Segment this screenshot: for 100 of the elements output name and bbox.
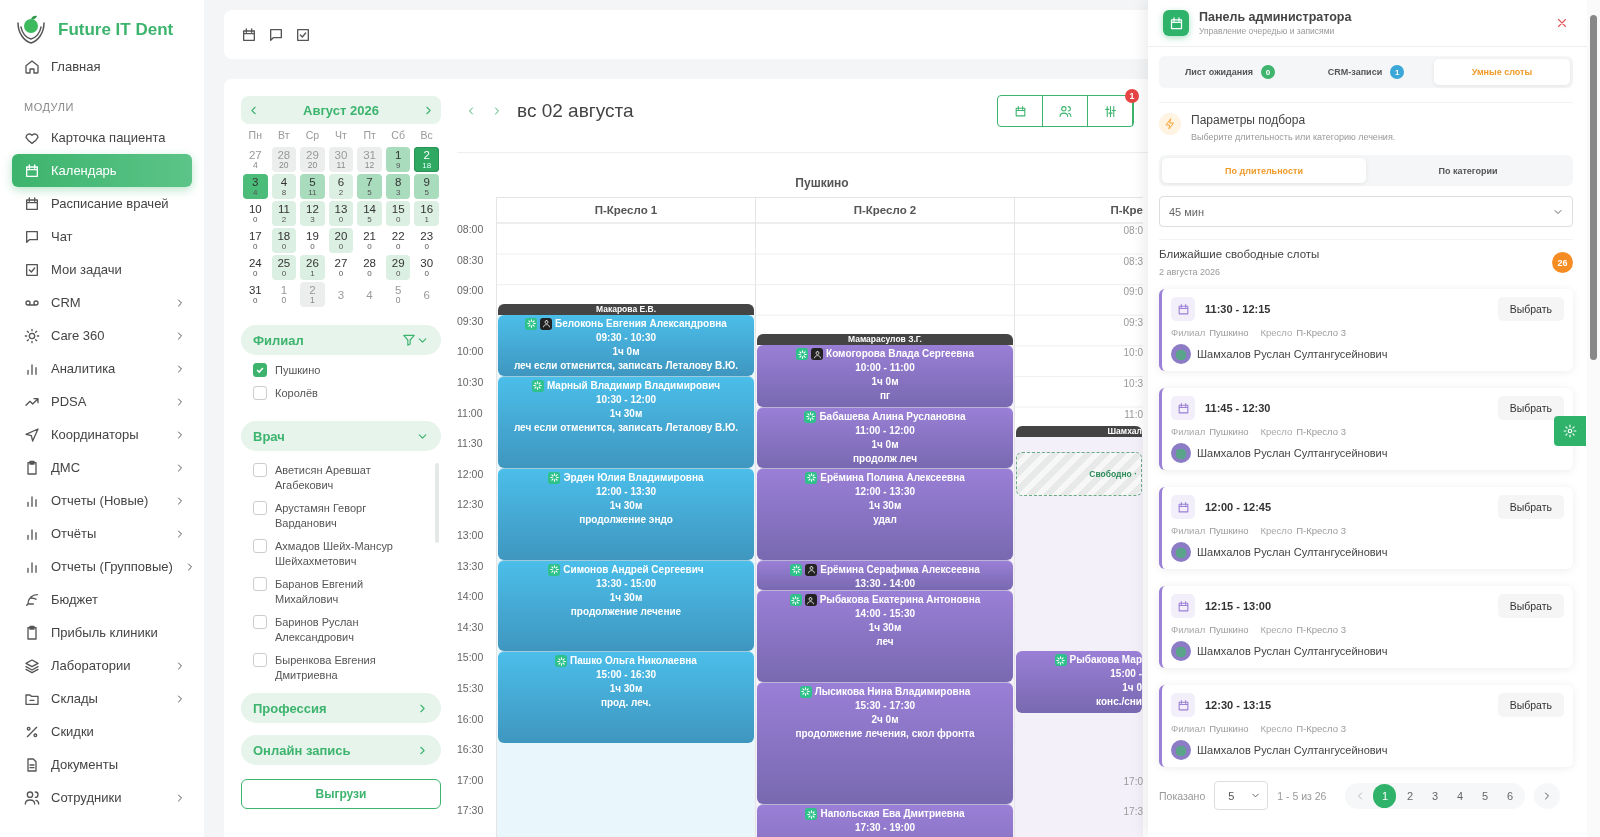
nav-item[interactable]: Лаборатории — [12, 649, 192, 682]
nav-item[interactable]: Отчеты (Новые) — [12, 484, 192, 517]
calendar-day[interactable]: 9 5 — [414, 174, 439, 199]
nav-item[interactable]: PDSA — [12, 385, 192, 418]
checkbox[interactable] — [253, 386, 267, 400]
appointment-block[interactable]: Ерёмина Серафима Алексеевна 13:30 - 14:00 — [757, 559, 1013, 591]
option-label: Пушкино — [275, 363, 321, 378]
calendar-day[interactable]: 24 0 — [243, 255, 268, 280]
nav-item[interactable]: Склады — [12, 682, 192, 715]
select-button[interactable]: Выбрать — [1497, 693, 1564, 717]
page-button[interactable]: 2 — [1398, 783, 1422, 808]
option-label: Баринов Руслан Александрович — [275, 615, 360, 645]
page-button[interactable]: 6 — [1498, 783, 1522, 808]
nav-item[interactable]: Сотрудники — [12, 781, 192, 814]
calendar-day[interactable]: 8 3 — [385, 174, 411, 199]
nav-item[interactable]: Care 360 — [12, 319, 192, 352]
nav-item[interactable]: Чат — [12, 220, 192, 253]
calendar-day[interactable]: 1 9 — [385, 147, 411, 172]
nav-item[interactable]: Главная — [12, 50, 192, 83]
calendar-day[interactable]: 4 8 — [271, 174, 297, 199]
mode-tab[interactable]: По категории — [1366, 158, 1570, 183]
appointment-duration: 1ч 0м — [871, 375, 899, 390]
calendar-day[interactable]: 18 0 — [271, 228, 297, 253]
checkbox[interactable] — [253, 539, 267, 553]
nav-item[interactable]: Отчеты (Групповые) — [12, 550, 192, 583]
nav-item[interactable]: CRM — [12, 286, 192, 319]
nav-item[interactable]: Мои задачи — [12, 253, 192, 286]
nav-item[interactable]: Расписание врачей — [12, 187, 192, 220]
appointment-block[interactable]: Лысикова Нина Владимировна 15:30 - 17:30 2ч 0м продолжение лечения, скол фронта — [757, 681, 1013, 805]
free-slot[interactable]: Свободно · — [1016, 452, 1142, 497]
calendar-icon — [24, 195, 40, 212]
nav-item[interactable]: Бюджет — [12, 583, 192, 616]
feather-icon — [24, 591, 40, 608]
nav-item[interactable]: Карточка пациента — [12, 121, 192, 154]
checkbox[interactable] — [253, 363, 267, 377]
calendar-day[interactable]: 30 0 — [414, 255, 439, 280]
calendar-day[interactable]: 19 0 — [300, 228, 325, 253]
calendar-day[interactable]: 29 0 — [385, 255, 411, 280]
next-page-button[interactable] — [1534, 782, 1561, 809]
nav-item[interactable]: Скидки — [12, 715, 192, 748]
select-button[interactable]: Выбрать — [1497, 495, 1564, 519]
calendar-day[interactable]: 27 4 — [243, 147, 268, 172]
nav-item[interactable]: Прибыль клиники — [12, 616, 192, 649]
calendar-day[interactable]: 1 0 — [271, 282, 297, 307]
appointment-block[interactable]: Рыбакова Екатерина Антоновна 14:00 - 15:30 1ч 30м леч — [757, 590, 1013, 682]
nav-item[interactable]: ДМС — [12, 451, 192, 484]
calendar-day[interactable]: 7 5 — [357, 174, 382, 199]
appointment-block[interactable]: Напольская Ева Дмитриевна 17:30 - 19:00 — [757, 804, 1013, 837]
page-button[interactable]: 5 — [1473, 783, 1497, 808]
checkbox[interactable] — [253, 615, 267, 629]
calendar-day[interactable]: 6 2 — [328, 174, 354, 199]
select-button[interactable]: Выбрать — [1497, 396, 1564, 420]
calendar-day[interactable]: 14 5 — [357, 201, 382, 226]
appointment-note: удал — [873, 512, 897, 527]
calendar-day[interactable]: 27 0 — [328, 255, 354, 280]
calendar-day[interactable]: 31 0 — [243, 282, 268, 307]
appointment-block[interactable]: Ерёмина Полина Алексеевна 12:00 - 13:30 1ч 30м удал — [757, 467, 1013, 560]
nav-item[interactable]: Документы — [12, 748, 192, 781]
calendar-day[interactable]: 5 0 — [385, 282, 411, 307]
checkbox[interactable] — [253, 577, 267, 591]
close-button[interactable] — [1555, 16, 1569, 30]
appointment-note: продолж леч — [853, 451, 917, 466]
calendar-day[interactable]: 26 1 — [300, 255, 325, 280]
select-button[interactable]: Выбрать — [1497, 594, 1564, 618]
calendar-day[interactable]: 25 0 — [271, 255, 297, 280]
calendar-day[interactable]: 22 0 — [385, 228, 411, 253]
calendar-day[interactable]: 11 2 — [271, 201, 297, 226]
slot-time: 12:30 - 13:15 — [1205, 699, 1273, 711]
calendar-day[interactable]: 23 0 — [414, 228, 439, 253]
calendar-day[interactable]: 12 3 — [300, 201, 325, 226]
tab[interactable]: CRM-записи 1 — [1298, 59, 1434, 85]
page-size-select[interactable]: 5 — [1214, 781, 1269, 810]
appointment-block[interactable]: Комогорова Влада Сергеевна 10:00 - 11:00 1ч 0м пг — [757, 345, 1013, 407]
calendar-day[interactable]: 20 0 — [328, 228, 354, 253]
select-button[interactable]: Выбрать — [1497, 297, 1564, 321]
duration-select[interactable]: 45 мин — [1159, 196, 1573, 227]
calendar-day[interactable]: 15 0 — [385, 201, 411, 226]
checkbox[interactable] — [253, 653, 267, 667]
calendar-day[interactable]: 5 11 — [300, 174, 325, 199]
calendar-day[interactable]: 21 0 — [357, 228, 382, 253]
calendar-day[interactable]: 3 4 — [243, 174, 268, 199]
checkbox[interactable] — [253, 463, 267, 477]
nav-item[interactable]: Отчёты — [12, 517, 192, 550]
calendar-day[interactable]: 13 0 — [328, 201, 354, 226]
nav-item[interactable]: Координаторы — [12, 418, 192, 451]
time-label: 13:00 — [457, 528, 484, 541]
page-button[interactable]: 4 — [1448, 783, 1472, 808]
time-label: 09:00 — [457, 284, 484, 297]
appointment-block[interactable]: Рыбакова Мар 15:00 - 1ч 0 конс./сни — [1016, 651, 1142, 713]
calendar-day[interactable]: 28 0 — [357, 255, 382, 280]
calendar-day[interactable]: 10 0 — [243, 201, 268, 226]
scrollbar[interactable] — [1587, 0, 1600, 837]
page-button[interactable]: 3 — [1423, 783, 1447, 808]
appointment-block[interactable]: Бабашева Алина Руслановна 11:00 - 12:00 1ч 0м продолж леч — [757, 406, 1013, 468]
settings-button[interactable] — [1554, 416, 1586, 446]
calendar-day[interactable]: 16 1 — [414, 201, 439, 226]
calendar-day[interactable]: 17 0 — [243, 228, 268, 253]
tab[interactable]: Лист ожидания 0 — [1162, 59, 1298, 85]
nav-item[interactable]: Аналитика — [12, 352, 192, 385]
checkbox[interactable] — [253, 501, 267, 515]
